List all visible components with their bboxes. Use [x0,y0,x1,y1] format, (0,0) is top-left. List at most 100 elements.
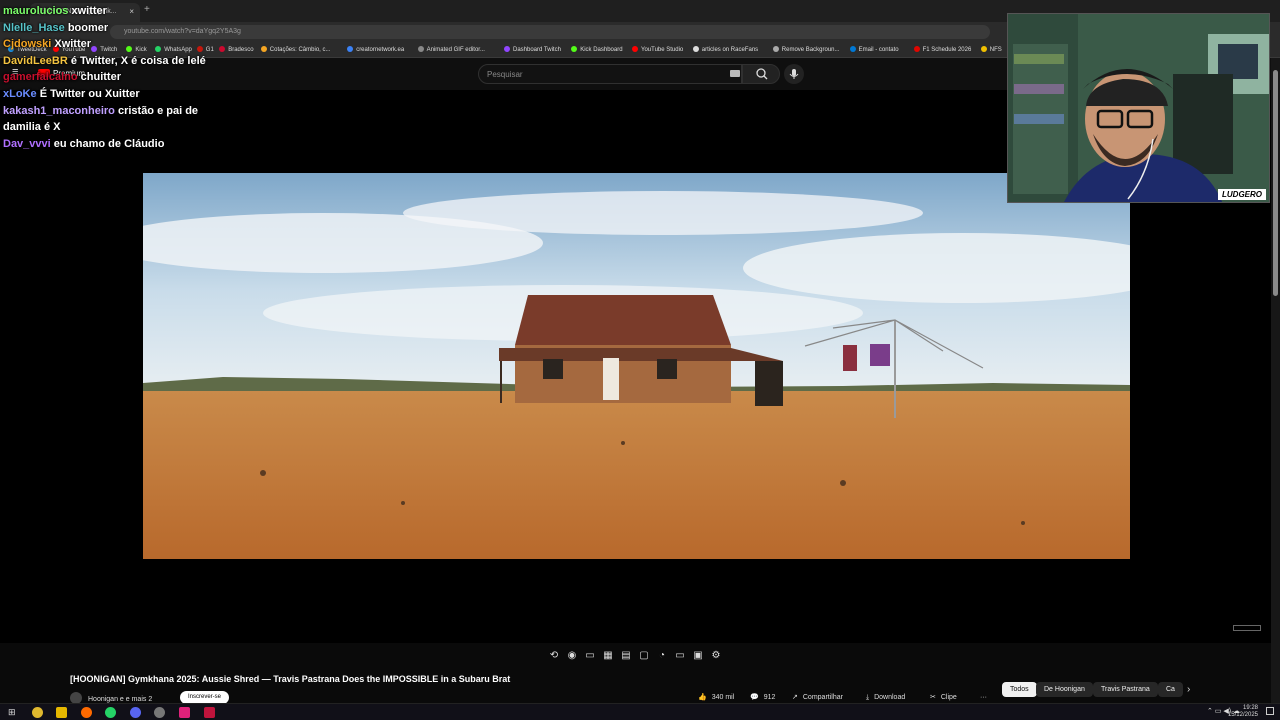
bookmark-label: Animated GIF editor... [426,47,485,53]
chat-text: eu chamo de Cláudio [53,137,165,150]
chat-text: É Twitter ou Xuitter [39,87,140,100]
bookmark-item[interactable]: Email - contato [849,46,899,53]
chat-username[interactable]: Cjdowski [3,38,51,50]
obs-icon[interactable] [154,707,165,718]
search-button[interactable] [742,64,780,84]
bookmark-item[interactable]: F1 Schedule 2026 [913,46,972,53]
captions-icon[interactable]: ▤ [620,650,632,661]
chat-username[interactable]: xLoKe [3,88,37,100]
chat-text: boomer [67,21,109,34]
film-icon[interactable]: ▦ [602,650,614,661]
bookmark-icon [260,46,267,52]
file-explorer-icon[interactable] [56,707,67,718]
taskbar-clock[interactable]: 19:28 15/12/2025 [1228,705,1258,719]
screenshot-icon[interactable]: ▣ [692,650,704,661]
bookmark-label: creatornetwork.ea [356,47,405,53]
channel-name[interactable]: Hoonigan e e mais 2 [88,696,152,703]
bookmark-label: Email - contato [858,47,899,53]
bookmark-icon [632,46,638,52]
voice-search-button[interactable] [784,64,804,84]
clip-icon: ✂ [930,694,936,701]
chat-username[interactable]: Dav_vvvi [3,138,51,150]
scrollbar-thumb[interactable] [1273,70,1278,296]
chip-filter[interactable]: Todos [1002,682,1037,697]
bookmark-icon [347,46,354,52]
bookmark-item[interactable]: articles on RaceFans [692,46,759,53]
chip-filter[interactable]: De Hoonigan [1036,682,1093,697]
webcam-streamer-image [1008,14,1269,202]
clock-time: 19:28 [1242,705,1258,711]
chip-filter[interactable]: Travis Pastrana [1093,682,1158,697]
windows-taskbar: ⊞ ⌃ ▭ ◀) ☁ 19:28 15/12/2025 [0,703,1280,720]
chat-username[interactable]: kakash1_maconheiro [3,105,115,117]
whatsapp-icon[interactable] [105,707,116,718]
chat-username[interactable]: gamerfalcalno [3,71,78,83]
address-bar[interactable]: youtube.com/watch?v=daYgq2Y5A3g [110,25,990,39]
chat-message: maurolucios xwitter [3,3,218,20]
video-title: [HOONIGAN] Gymkhana 2025: Aussie Shred —… [70,674,511,684]
speed-icon[interactable]: ◔ [656,650,668,661]
download-icon: ⤓ [866,694,870,701]
broadcast-icon[interactable]: ◉ [566,650,578,661]
discord-icon[interactable] [130,707,141,718]
bookmark-icon [980,46,987,52]
bookmark-icon [571,46,578,52]
bookmark-label: Dashboard Twitch [513,47,561,53]
bookmark-label: Kick Dashboard [580,47,623,53]
bookmark-item[interactable]: Kick Dashboard [571,46,623,53]
theater-icon[interactable]: ▭ [674,650,686,661]
chrome-icon[interactable] [32,707,43,718]
settings-icon[interactable]: ⚙ [710,650,722,661]
loop-icon[interactable]: ⟲ [548,650,560,661]
miniplayer-icon[interactable]: ▢ [638,650,650,661]
action-label: 912 [763,694,776,701]
bookmark-item[interactable]: Animated GIF editor... [417,46,485,53]
action-label: Clipe [940,694,957,701]
streamer-name-tag: LUDGERO [1218,189,1266,200]
microphone-icon [789,69,799,79]
subtitles-icon[interactable]: ▭ [584,650,596,661]
app-icon[interactable] [179,707,190,718]
bookmark-icon [849,46,856,52]
action-label: 340 mil [711,694,735,701]
bookmark-item[interactable]: YouTube Studio [632,46,683,53]
adobe-icon[interactable] [204,707,215,718]
screen: (5) [HOONIGAN] Gymk... × + youtube.com/w… [0,0,1280,720]
page-scrollbar[interactable] [1271,58,1280,703]
bookmark-label: Bradesco [228,47,254,53]
windows-start-icon[interactable]: ⊞ [8,707,19,718]
bookmark-icon [219,46,226,52]
bookmark-item[interactable]: Dashboard Twitch [504,46,561,53]
action-label: Compartilhar [802,694,843,701]
chat-message: Cjdowski Xwitter [3,36,218,53]
bookmark-label: F1 Schedule 2026 [922,47,972,53]
bookmark-icon [692,46,699,52]
bookmark-item[interactable]: NFS [980,46,1002,53]
bookmark-item[interactable]: Remove Backgroun... [772,46,840,53]
chat-username[interactable]: maurolucios [3,5,68,17]
bookmark-label: YouTube Studio [641,47,684,53]
chat-text: Xwitter [54,38,92,51]
notifications-icon[interactable] [1266,707,1274,715]
bookmark-icon [772,46,779,52]
bookmark-item[interactable]: Bradesco [219,46,254,53]
bookmark-icon [504,46,510,52]
chat-username[interactable]: Nlelle_Hase [3,22,65,34]
chat-text: xwitter [71,5,107,17]
chat-username[interactable]: DavidLeeBR [3,55,68,67]
video-frame[interactable] [143,173,1130,559]
keyboard-icon[interactable] [730,70,740,77]
bookmark-item[interactable]: Cotações: Câmbio, c... [260,46,331,53]
search-input[interactable]: Pesquisar [478,64,742,84]
bookmark-item[interactable]: creatornetwork.ea [347,46,404,53]
chat-text: chuitter [80,71,121,84]
video-scene-outback-house [143,173,1130,559]
stream-chat-overlay: maurolucios xwitter Nlelle_Hase boomer Cjd… [3,3,218,152]
firefox-icon[interactable] [81,707,92,718]
share-icon: ↗ [792,694,798,701]
action-label: ··· [980,694,987,701]
chevron-right-icon[interactable]: › [1187,684,1190,695]
chip-filter[interactable]: Ca [1158,682,1183,697]
search-icon [756,68,768,80]
bookmark-label: articles on RaceFans [701,47,759,53]
